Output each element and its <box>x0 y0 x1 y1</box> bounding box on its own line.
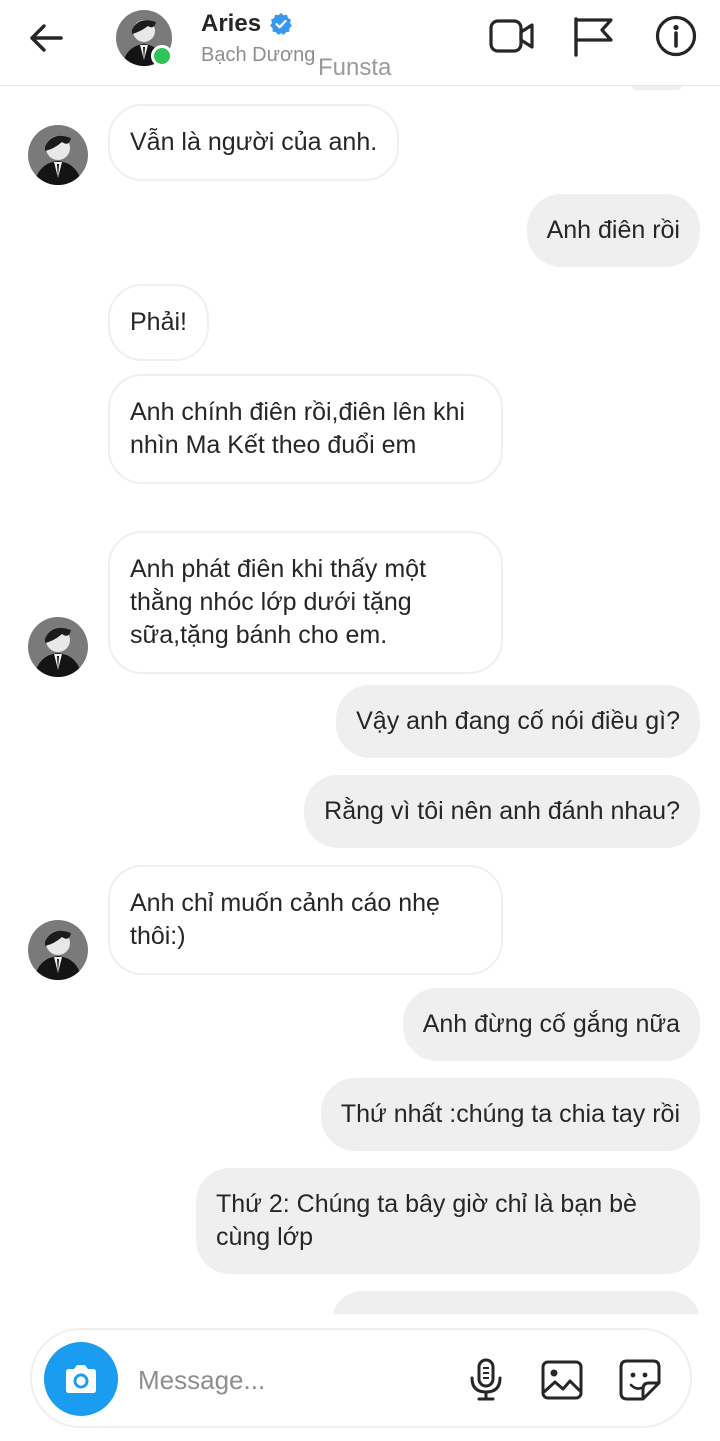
gallery-icon <box>541 1360 583 1400</box>
conversation-info-button[interactable] <box>652 12 700 60</box>
sender-avatar[interactable] <box>28 617 88 677</box>
incoming-message[interactable]: Anh chính điên rồi,điên lên khi nhìn Ma … <box>108 374 503 484</box>
camera-button[interactable] <box>44 1342 118 1416</box>
outgoing-message[interactable]: Thứ 2: Chúng ta bây giờ chỉ là bạn bè cù… <box>196 1168 700 1274</box>
message-input[interactable] <box>138 1358 438 1402</box>
info-icon <box>655 15 697 57</box>
sender-avatar[interactable] <box>28 920 88 980</box>
outgoing-message[interactable]: Rằng vì tôi nên anh đánh nhau? <box>304 775 700 848</box>
incoming-message[interactable]: Phải! <box>108 284 209 361</box>
report-button[interactable] <box>569 12 617 60</box>
back-button[interactable] <box>22 16 70 60</box>
message-thread[interactable]: Vẫn là người của anh. Anh điên rồi Phải!… <box>0 86 720 1314</box>
video-call-icon <box>489 19 534 53</box>
watermark: Funsta <box>318 54 392 81</box>
gallery-button[interactable] <box>538 1356 586 1404</box>
contact-name[interactable]: Aries <box>201 10 293 38</box>
outgoing-message[interactable]: Anh đừng cố gắng nữa <box>402 988 700 1061</box>
microphone-icon <box>470 1358 502 1401</box>
arrow-left-icon <box>30 24 63 52</box>
incoming-message[interactable]: Vẫn là người của anh. <box>108 104 400 181</box>
outgoing-message[interactable]: Thứ nhất :chúng ta chia tay rồi <box>320 1078 700 1151</box>
contact-subtitle: Bạch Dương <box>201 44 316 66</box>
message-composer <box>30 1328 692 1428</box>
message-bubble-clipped <box>632 86 682 90</box>
camera-icon <box>66 1365 96 1393</box>
outgoing-message[interactable]: Anh điên rồi <box>526 194 700 267</box>
sticker-icon <box>619 1359 661 1401</box>
flag-icon <box>574 17 613 57</box>
video-call-button[interactable] <box>488 12 536 60</box>
voice-message-button[interactable] <box>462 1356 510 1404</box>
outgoing-message-partial[interactable] <box>332 1291 700 1314</box>
verified-badge-icon <box>270 13 292 35</box>
incoming-message[interactable]: Anh phát điên khi thấy một thằng nhóc lớ… <box>108 531 503 674</box>
sender-avatar[interactable] <box>28 125 88 185</box>
outgoing-message[interactable]: Vậy anh đang cố nói điều gì? <box>336 685 700 758</box>
incoming-message[interactable]: Anh chỉ muốn cảnh cáo nhẹ thôi:) <box>108 865 503 975</box>
sticker-button[interactable] <box>616 1356 664 1404</box>
online-status-indicator <box>151 45 173 67</box>
